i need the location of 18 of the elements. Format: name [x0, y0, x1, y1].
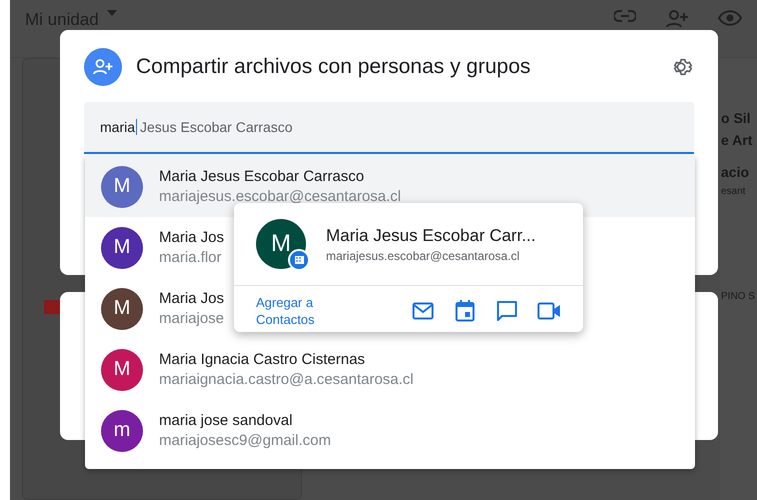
contact-name: Maria Jos — [159, 229, 224, 246]
contact-email: mariajose — [159, 310, 224, 327]
contact-email: mariajesus.escobar@cesantarosa.cl — [159, 188, 401, 205]
contact-name: maria jose sandoval — [159, 412, 294, 429]
contact-name: Maria Jesus Escobar Carr... — [326, 226, 536, 246]
avatar: M — [101, 166, 143, 208]
contact-email: mariaignacia.castro@a.cesantarosa.cl — [159, 371, 414, 388]
contact-name: Maria Jos — [159, 290, 224, 307]
contact-email: mariajosesc9@gmail.com — [159, 432, 331, 449]
contact-email: mariajesus.escobar@cesantarosa.cl — [326, 248, 521, 262]
contact-name: Maria Ignacia Castro Cisternas — [159, 351, 366, 368]
contact-name: Maria Jesus Escobar Carrasco — [159, 168, 366, 185]
dialog-title: Compartir archivos con personas y grupos — [136, 55, 532, 79]
avatar: M — [101, 226, 143, 268]
avatar: M — [101, 288, 143, 330]
avatar: m — [101, 410, 143, 452]
contact-email: maria.flor — [159, 249, 223, 266]
avatar: M — [101, 348, 143, 390]
